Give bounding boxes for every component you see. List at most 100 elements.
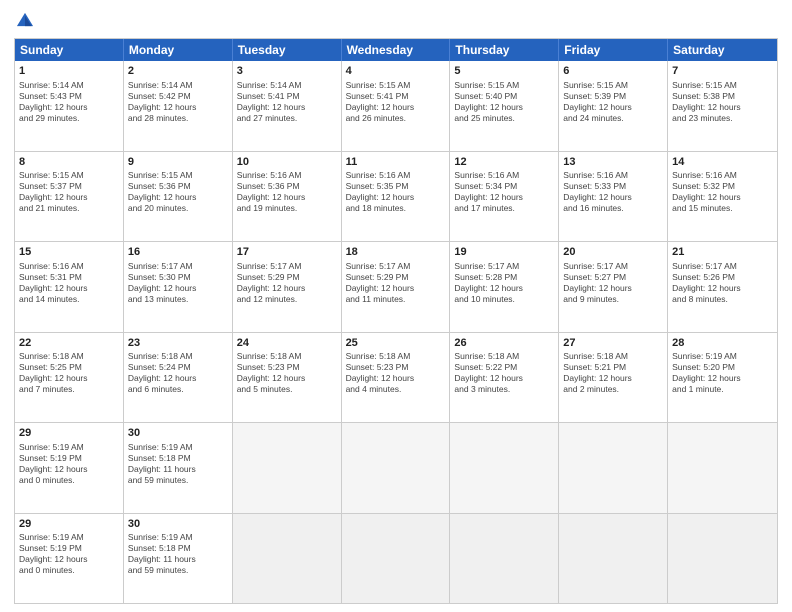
day-number: 22 <box>19 336 119 351</box>
logo <box>14 10 38 32</box>
calendar-header: SundayMondayTuesdayWednesdayThursdayFrid… <box>15 39 777 61</box>
day-number: 29 <box>19 426 119 441</box>
calendar-row: 8Sunrise: 5:15 AMSunset: 5:37 PMDaylight… <box>15 152 777 243</box>
day-number: 29 <box>19 517 119 532</box>
calendar-row: 29Sunrise: 5:19 AMSunset: 5:19 PMDayligh… <box>15 514 777 604</box>
cell-text: Sunrise: 5:17 AMSunset: 5:29 PMDaylight:… <box>346 261 446 305</box>
day-number: 4 <box>346 64 446 79</box>
calendar-cell: 3Sunrise: 5:14 AMSunset: 5:41 PMDaylight… <box>233 61 342 151</box>
calendar-cell: 9Sunrise: 5:15 AMSunset: 5:36 PMDaylight… <box>124 152 233 242</box>
day-number: 3 <box>237 64 337 79</box>
cell-text: Sunrise: 5:19 AMSunset: 5:19 PMDaylight:… <box>19 532 119 576</box>
calendar-cell: 22Sunrise: 5:18 AMSunset: 5:25 PMDayligh… <box>15 333 124 423</box>
day-number: 9 <box>128 155 228 170</box>
cell-text: Sunrise: 5:19 AMSunset: 5:19 PMDaylight:… <box>19 442 119 486</box>
calendar-cell <box>342 514 451 604</box>
day-number: 6 <box>563 64 663 79</box>
cell-text: Sunrise: 5:15 AMSunset: 5:38 PMDaylight:… <box>672 80 773 124</box>
day-number: 21 <box>672 245 773 260</box>
day-number: 26 <box>454 336 554 351</box>
cell-text: Sunrise: 5:17 AMSunset: 5:27 PMDaylight:… <box>563 261 663 305</box>
day-number: 30 <box>128 517 228 532</box>
day-header-saturday: Saturday <box>668 39 777 61</box>
calendar-cell: 8Sunrise: 5:15 AMSunset: 5:37 PMDaylight… <box>15 152 124 242</box>
calendar-cell: 1Sunrise: 5:14 AMSunset: 5:43 PMDaylight… <box>15 61 124 151</box>
cell-text: Sunrise: 5:14 AMSunset: 5:43 PMDaylight:… <box>19 80 119 124</box>
calendar-cell: 11Sunrise: 5:16 AMSunset: 5:35 PMDayligh… <box>342 152 451 242</box>
calendar-row: 1Sunrise: 5:14 AMSunset: 5:43 PMDaylight… <box>15 61 777 152</box>
cell-text: Sunrise: 5:16 AMSunset: 5:32 PMDaylight:… <box>672 170 773 214</box>
cell-text: Sunrise: 5:19 AMSunset: 5:18 PMDaylight:… <box>128 532 228 576</box>
calendar-cell: 30Sunrise: 5:19 AMSunset: 5:18 PMDayligh… <box>124 423 233 513</box>
calendar-row: 15Sunrise: 5:16 AMSunset: 5:31 PMDayligh… <box>15 242 777 333</box>
calendar-cell: 16Sunrise: 5:17 AMSunset: 5:30 PMDayligh… <box>124 242 233 332</box>
calendar-cell <box>668 514 777 604</box>
calendar-cell: 19Sunrise: 5:17 AMSunset: 5:28 PMDayligh… <box>450 242 559 332</box>
day-number: 12 <box>454 155 554 170</box>
day-number: 2 <box>128 64 228 79</box>
cell-text: Sunrise: 5:18 AMSunset: 5:22 PMDaylight:… <box>454 351 554 395</box>
calendar-cell: 10Sunrise: 5:16 AMSunset: 5:36 PMDayligh… <box>233 152 342 242</box>
calendar-cell: 26Sunrise: 5:18 AMSunset: 5:22 PMDayligh… <box>450 333 559 423</box>
day-number: 15 <box>19 245 119 260</box>
cell-text: Sunrise: 5:17 AMSunset: 5:28 PMDaylight:… <box>454 261 554 305</box>
day-number: 19 <box>454 245 554 260</box>
day-header-friday: Friday <box>559 39 668 61</box>
calendar-body: 1Sunrise: 5:14 AMSunset: 5:43 PMDaylight… <box>15 61 777 603</box>
calendar-cell: 7Sunrise: 5:15 AMSunset: 5:38 PMDaylight… <box>668 61 777 151</box>
day-number: 28 <box>672 336 773 351</box>
cell-text: Sunrise: 5:17 AMSunset: 5:29 PMDaylight:… <box>237 261 337 305</box>
cell-text: Sunrise: 5:18 AMSunset: 5:25 PMDaylight:… <box>19 351 119 395</box>
calendar-cell: 29Sunrise: 5:19 AMSunset: 5:19 PMDayligh… <box>15 514 124 604</box>
calendar-cell: 23Sunrise: 5:18 AMSunset: 5:24 PMDayligh… <box>124 333 233 423</box>
cell-text: Sunrise: 5:19 AMSunset: 5:20 PMDaylight:… <box>672 351 773 395</box>
cell-text: Sunrise: 5:18 AMSunset: 5:24 PMDaylight:… <box>128 351 228 395</box>
day-number: 25 <box>346 336 446 351</box>
calendar-cell: 18Sunrise: 5:17 AMSunset: 5:29 PMDayligh… <box>342 242 451 332</box>
cell-text: Sunrise: 5:18 AMSunset: 5:23 PMDaylight:… <box>346 351 446 395</box>
calendar-cell: 21Sunrise: 5:17 AMSunset: 5:26 PMDayligh… <box>668 242 777 332</box>
cell-text: Sunrise: 5:15 AMSunset: 5:40 PMDaylight:… <box>454 80 554 124</box>
day-number: 14 <box>672 155 773 170</box>
calendar-cell: 12Sunrise: 5:16 AMSunset: 5:34 PMDayligh… <box>450 152 559 242</box>
cell-text: Sunrise: 5:16 AMSunset: 5:33 PMDaylight:… <box>563 170 663 214</box>
calendar-cell <box>559 514 668 604</box>
day-number: 7 <box>672 64 773 79</box>
day-header-thursday: Thursday <box>450 39 559 61</box>
calendar-cell: 27Sunrise: 5:18 AMSunset: 5:21 PMDayligh… <box>559 333 668 423</box>
day-number: 11 <box>346 155 446 170</box>
cell-text: Sunrise: 5:14 AMSunset: 5:42 PMDaylight:… <box>128 80 228 124</box>
calendar-cell: 30Sunrise: 5:19 AMSunset: 5:18 PMDayligh… <box>124 514 233 604</box>
calendar-cell: 5Sunrise: 5:15 AMSunset: 5:40 PMDaylight… <box>450 61 559 151</box>
cell-text: Sunrise: 5:16 AMSunset: 5:35 PMDaylight:… <box>346 170 446 214</box>
cell-text: Sunrise: 5:18 AMSunset: 5:23 PMDaylight:… <box>237 351 337 395</box>
day-number: 20 <box>563 245 663 260</box>
cell-text: Sunrise: 5:16 AMSunset: 5:34 PMDaylight:… <box>454 170 554 214</box>
cell-text: Sunrise: 5:14 AMSunset: 5:41 PMDaylight:… <box>237 80 337 124</box>
day-number: 24 <box>237 336 337 351</box>
cell-text: Sunrise: 5:18 AMSunset: 5:21 PMDaylight:… <box>563 351 663 395</box>
calendar-cell: 2Sunrise: 5:14 AMSunset: 5:42 PMDaylight… <box>124 61 233 151</box>
day-number: 27 <box>563 336 663 351</box>
day-number: 17 <box>237 245 337 260</box>
day-number: 8 <box>19 155 119 170</box>
cell-text: Sunrise: 5:19 AMSunset: 5:18 PMDaylight:… <box>128 442 228 486</box>
calendar-cell: 20Sunrise: 5:17 AMSunset: 5:27 PMDayligh… <box>559 242 668 332</box>
day-number: 23 <box>128 336 228 351</box>
calendar-cell <box>233 514 342 604</box>
calendar-cell: 25Sunrise: 5:18 AMSunset: 5:23 PMDayligh… <box>342 333 451 423</box>
calendar-cell: 13Sunrise: 5:16 AMSunset: 5:33 PMDayligh… <box>559 152 668 242</box>
page: SundayMondayTuesdayWednesdayThursdayFrid… <box>0 0 792 612</box>
calendar-cell: 6Sunrise: 5:15 AMSunset: 5:39 PMDaylight… <box>559 61 668 151</box>
calendar-cell <box>559 423 668 513</box>
calendar-cell <box>342 423 451 513</box>
day-number: 10 <box>237 155 337 170</box>
cell-text: Sunrise: 5:15 AMSunset: 5:39 PMDaylight:… <box>563 80 663 124</box>
calendar-row: 22Sunrise: 5:18 AMSunset: 5:25 PMDayligh… <box>15 333 777 424</box>
cell-text: Sunrise: 5:16 AMSunset: 5:31 PMDaylight:… <box>19 261 119 305</box>
calendar-cell: 28Sunrise: 5:19 AMSunset: 5:20 PMDayligh… <box>668 333 777 423</box>
cell-text: Sunrise: 5:15 AMSunset: 5:36 PMDaylight:… <box>128 170 228 214</box>
calendar-cell: 29Sunrise: 5:19 AMSunset: 5:19 PMDayligh… <box>15 423 124 513</box>
calendar-cell <box>450 423 559 513</box>
calendar-cell <box>450 514 559 604</box>
